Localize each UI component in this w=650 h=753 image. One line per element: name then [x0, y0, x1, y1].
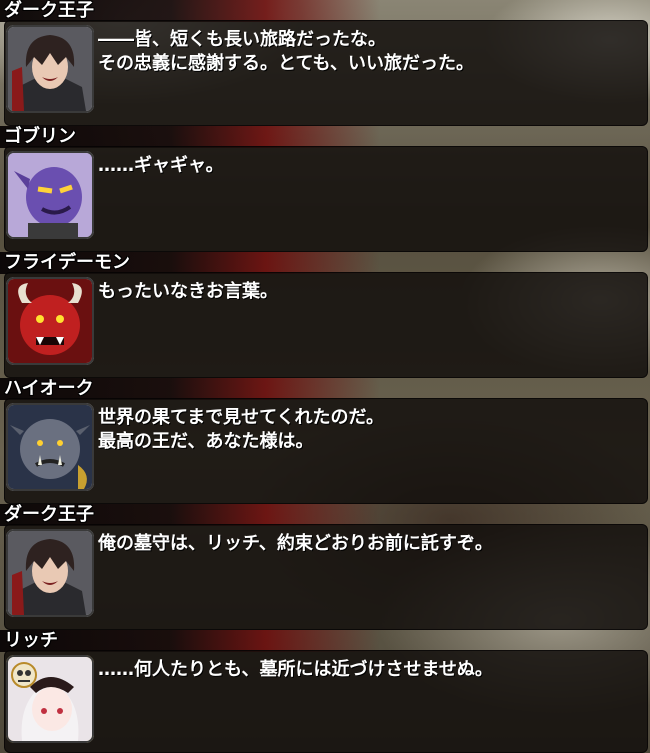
dialogue-text: ――皆、短くも長い旅路だったな。 その忠義に感謝する。とても、いい旅だった。: [98, 28, 638, 76]
speaker-name-band: ゴブリン: [0, 126, 380, 148]
dialogue-line: ……ギャギャ。: [98, 155, 224, 176]
lich-portrait-icon: [6, 655, 94, 743]
speaker-name: リッチ: [4, 630, 58, 651]
speaker-name-band: フライデーモン: [0, 252, 380, 274]
dialogue-entry: ゴブリン ……ギャギャ。: [0, 126, 650, 252]
dialogue-line: その忠義に感謝する。とても、いい旅だった。: [98, 53, 475, 74]
dialogue-text: ……ギャギャ。: [98, 154, 638, 178]
dialogue-line: ――皆、短くも長い旅路だったな。: [98, 29, 386, 50]
dialogue-text: ……何人たりとも、墓所には近づけさせませぬ。: [98, 658, 638, 682]
speaker-name-band: ハイオーク: [0, 378, 380, 400]
dialogue-line: ……何人たりとも、墓所には近づけさせませぬ。: [98, 659, 493, 680]
speaker-name: ダーク王子: [4, 0, 94, 21]
dialogue-entry: フライデーモン もったいなきお言葉。: [0, 252, 650, 378]
dialogue-line: もったいなきお言葉。: [98, 281, 278, 302]
high-orc-portrait-icon: [6, 403, 94, 491]
fly-demon-portrait-icon: [6, 277, 94, 365]
dark-prince-portrait-icon: [6, 25, 94, 113]
dialogue-entry: ダーク王子 ――皆、短くも長い旅路だったな。 その忠義に感謝する。とても、いい旅…: [0, 0, 650, 126]
dialogue-entry: リッチ ……何人たりとも、墓所には近づけさせませぬ。: [0, 630, 650, 753]
goblin-portrait-icon: [6, 151, 94, 239]
dialogue-line: 最高の王だ、あなた様は。: [98, 431, 314, 452]
dialogue-entry: ダーク王子 俺の墓守は、リッチ、約束どおりお前に託すぞ。: [0, 504, 650, 630]
speaker-name: フライデーモン: [4, 252, 130, 273]
dialogue-line: 世界の果てまで見せてくれたのだ。: [98, 407, 385, 428]
dialogue-text: 俺の墓守は、リッチ、約束どおりお前に託すぞ。: [98, 532, 638, 556]
dialogue-text: 世界の果てまで見せてくれたのだ。 最高の王だ、あなた様は。: [98, 406, 638, 454]
speaker-name: ダーク王子: [4, 504, 94, 525]
speaker-name-band: ダーク王子: [0, 0, 380, 22]
speaker-name-band: ダーク王子: [0, 504, 380, 526]
speaker-name: ゴブリン: [4, 126, 76, 147]
dark-prince-portrait-icon: [6, 529, 94, 617]
dialogue-text: もったいなきお言葉。: [98, 280, 638, 304]
dialogue-line: 俺の墓守は、リッチ、約束どおりお前に託すぞ。: [98, 533, 493, 554]
speaker-name: ハイオーク: [4, 378, 94, 399]
speaker-name-band: リッチ: [0, 630, 380, 652]
dialogue-entry: ハイオーク 世界の果てまで見せてくれたのだ。 最高の王だ、あなた様は。: [0, 378, 650, 504]
